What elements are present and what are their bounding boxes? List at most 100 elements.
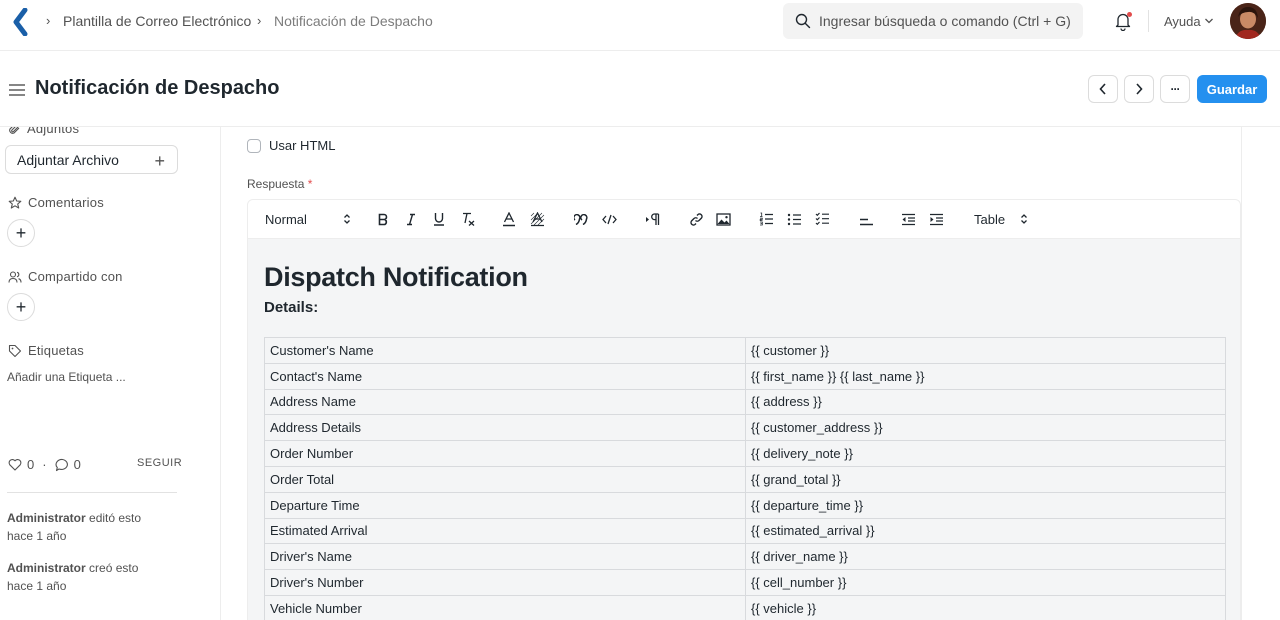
ordered-list-button[interactable] bbox=[758, 210, 774, 228]
plus-icon: + bbox=[154, 151, 165, 171]
check-list-button[interactable] bbox=[814, 210, 830, 228]
tags-label: Etiquetas bbox=[28, 343, 85, 358]
underline-button[interactable] bbox=[432, 210, 446, 228]
text-direction-button[interactable] bbox=[644, 210, 660, 228]
bold-button[interactable] bbox=[376, 210, 390, 228]
table-cell-value[interactable]: {{ cell_number }} bbox=[745, 569, 1226, 596]
heart-icon[interactable] bbox=[8, 458, 22, 471]
chevron-left-icon bbox=[1099, 83, 1106, 95]
insert-image-button[interactable] bbox=[715, 210, 731, 228]
table-cell-label[interactable]: Departure Time bbox=[264, 491, 746, 519]
likes-count: 0 bbox=[27, 457, 35, 472]
code-block-button[interactable] bbox=[601, 210, 617, 228]
rich-text-editor[interactable]: Normal Table Dispatch Notification Detai… bbox=[247, 199, 1241, 620]
use-html-checkbox[interactable] bbox=[247, 138, 261, 153]
editor-content[interactable]: Dispatch Notification Details: Customer'… bbox=[248, 239, 1240, 620]
table-cell-label[interactable]: Driver's Number bbox=[264, 569, 746, 596]
table-cell-label[interactable]: Estimated Arrival bbox=[264, 517, 746, 545]
search-bar[interactable] bbox=[783, 3, 1083, 39]
activity-user[interactable]: Administrator bbox=[7, 561, 86, 575]
app-logo-icon[interactable] bbox=[12, 8, 30, 36]
select-arrows-icon bbox=[1021, 214, 1027, 224]
attachments-label: Adjuntos bbox=[27, 127, 80, 136]
table-row: Estimated Arrival{{ estimated_arrival }} bbox=[264, 517, 1226, 545]
activity-action: creó esto bbox=[89, 561, 139, 575]
table-row: Driver's Name{{ driver_name }} bbox=[264, 543, 1226, 571]
add-comment-button[interactable]: + bbox=[7, 219, 35, 247]
bullet-list-button[interactable] bbox=[786, 210, 802, 228]
top-navbar: › Plantilla de Correo Electrónico › Noti… bbox=[0, 0, 1280, 51]
page-header: Notificación de Despacho ··· Guardar bbox=[0, 52, 1280, 127]
outdent-button[interactable] bbox=[900, 210, 916, 228]
breadcrumb-separator-icon: › bbox=[46, 13, 51, 28]
table-row: Address Details{{ customer_address }} bbox=[264, 414, 1226, 442]
outdent-icon bbox=[901, 213, 915, 225]
table-cell-label[interactable]: Order Total bbox=[264, 465, 746, 493]
italic-button[interactable] bbox=[404, 210, 418, 228]
table-cell-value[interactable]: {{ departure_time }} bbox=[745, 491, 1226, 519]
shared-with-label: Compartido con bbox=[28, 269, 123, 284]
sidebar-toggle-icon[interactable] bbox=[9, 84, 25, 96]
ordered-list-icon bbox=[759, 212, 773, 226]
chevron-down-icon[interactable] bbox=[1204, 17, 1214, 25]
use-html-field[interactable]: Usar HTML bbox=[247, 138, 335, 153]
attach-file-label: Adjuntar Archivo bbox=[17, 151, 119, 168]
breadcrumb-email-template[interactable]: Plantilla de Correo Electrónico bbox=[63, 13, 251, 29]
text-color-icon bbox=[503, 211, 515, 226]
table-cell-label[interactable]: Address Details bbox=[264, 414, 746, 442]
search-input[interactable] bbox=[819, 3, 1075, 39]
table-cell-value[interactable]: {{ driver_name }} bbox=[745, 543, 1226, 571]
tag-icon bbox=[8, 344, 22, 357]
table-cell-label[interactable]: Contact's Name bbox=[264, 362, 746, 390]
attach-file-button[interactable]: Adjuntar Archivo + bbox=[5, 145, 178, 174]
table-cell-value[interactable]: {{ address }} bbox=[745, 388, 1226, 416]
table-cell-value[interactable]: {{ grand_total }} bbox=[745, 465, 1226, 493]
table-cell-label[interactable]: Driver's Name bbox=[264, 543, 746, 571]
clear-format-button[interactable] bbox=[460, 210, 476, 228]
form-main: Usar HTML Respuesta * Normal Table Dispa… bbox=[222, 127, 1280, 620]
add-share-button[interactable]: + bbox=[7, 293, 35, 321]
quote-icon bbox=[574, 213, 588, 225]
align-button[interactable] bbox=[858, 210, 874, 228]
next-record-button[interactable] bbox=[1124, 75, 1154, 103]
user-avatar[interactable] bbox=[1230, 3, 1266, 39]
align-left-icon bbox=[859, 218, 873, 225]
activity-item: Administrator editó esto hace 1 año bbox=[7, 509, 177, 545]
table-row: Vehicle Number{{ vehicle }} bbox=[264, 594, 1226, 620]
table-cell-value[interactable]: {{ delivery_note }} bbox=[745, 440, 1226, 467]
save-button[interactable]: Guardar bbox=[1197, 75, 1267, 103]
table-cell-value[interactable]: {{ estimated_arrival }} bbox=[745, 517, 1226, 545]
help-menu[interactable]: Ayuda bbox=[1164, 14, 1201, 29]
table-cell-label[interactable]: Address Name bbox=[264, 388, 746, 416]
paragraph-style-select[interactable]: Normal bbox=[265, 210, 351, 228]
table-cell-value[interactable]: {{ customer }} bbox=[745, 337, 1226, 364]
form-sidebar: Adjuntos Adjuntar Archivo + Comentarios … bbox=[0, 127, 221, 620]
template-details-table: Customer's Name{{ customer }} Contact's … bbox=[264, 337, 1226, 620]
code-icon bbox=[601, 214, 617, 224]
table-cell-label[interactable]: Order Number bbox=[264, 440, 746, 467]
indent-button[interactable] bbox=[928, 210, 944, 228]
text-color-button[interactable] bbox=[502, 210, 516, 228]
activity-user[interactable]: Administrator bbox=[7, 511, 86, 525]
table-cell-value[interactable]: {{ first_name }} {{ last_name }} bbox=[745, 362, 1226, 390]
table-cell-label[interactable]: Customer's Name bbox=[264, 337, 746, 364]
blockquote-button[interactable] bbox=[573, 210, 589, 228]
insert-link-button[interactable] bbox=[688, 210, 704, 228]
table-cell-label[interactable]: Vehicle Number bbox=[264, 594, 746, 620]
add-tag-link[interactable]: Añadir una Etiqueta ... bbox=[7, 370, 126, 384]
follow-button[interactable]: SEGUIR bbox=[137, 457, 182, 469]
table-cell-value[interactable]: {{ vehicle }} bbox=[745, 594, 1226, 620]
document-title: Dispatch Notification bbox=[264, 262, 528, 292]
breadcrumb-current[interactable]: Notificación de Despacho bbox=[274, 13, 433, 29]
tags-section-label: Etiquetas bbox=[8, 343, 84, 358]
activity-item: Administrator creó esto hace 1 año bbox=[7, 559, 177, 595]
paperclip-icon bbox=[9, 127, 20, 134]
table-menu-select[interactable]: Table bbox=[974, 210, 1028, 228]
previous-record-button[interactable] bbox=[1088, 75, 1118, 103]
more-actions-button[interactable]: ··· bbox=[1160, 75, 1190, 103]
clear-format-icon bbox=[462, 212, 474, 226]
background-color-button[interactable] bbox=[530, 210, 545, 228]
table-cell-value[interactable]: {{ customer_address }} bbox=[745, 414, 1226, 442]
comment-bubble-icon[interactable] bbox=[55, 458, 70, 472]
use-html-label: Usar HTML bbox=[269, 138, 336, 153]
